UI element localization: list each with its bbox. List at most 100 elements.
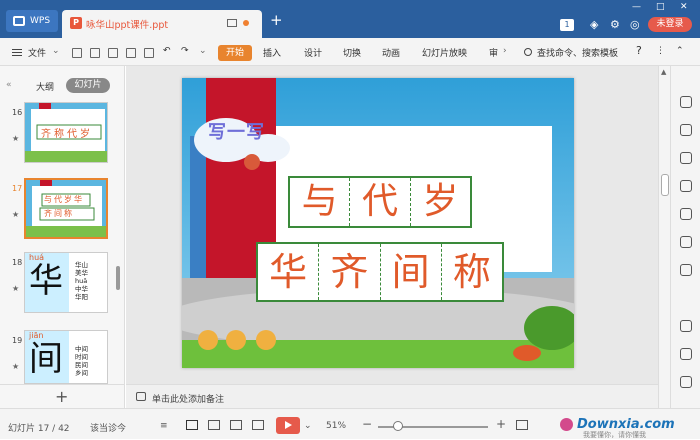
thumb-number: 17 xyxy=(12,184,23,193)
tab-review[interactable]: 审 xyxy=(489,46,498,59)
shirt-icon[interactable]: ◈ xyxy=(590,18,598,31)
help-icon[interactable]: ? xyxy=(636,44,642,57)
maximize-icon[interactable]: □ xyxy=(656,2,665,12)
new-tab-button[interactable]: + xyxy=(270,13,283,28)
save-icon[interactable] xyxy=(72,48,82,58)
shield-icon[interactable] xyxy=(680,376,692,388)
transition-icon[interactable] xyxy=(680,236,692,248)
animation-icon[interactable] xyxy=(680,96,692,108)
play-slideshow-button[interactable] xyxy=(276,417,300,434)
slide-counter: 幻灯片 17 / 42 xyxy=(8,424,70,434)
char-grid-row-2: 华 齐 间 称 xyxy=(256,242,504,302)
tab-home[interactable]: 开始 xyxy=(218,45,252,61)
chevron-down-icon[interactable]: ⌄ xyxy=(52,46,60,56)
char-cell: 华 xyxy=(258,244,320,300)
thumb-16-chars: 齐称代岁 xyxy=(41,129,93,140)
tab-scroll-right-icon[interactable]: › xyxy=(503,46,507,56)
document-tab[interactable]: P 咏华山ppt课件.ppt xyxy=(62,10,262,38)
template-icon[interactable] xyxy=(680,208,692,220)
redo-icon[interactable]: ↷ xyxy=(181,46,189,56)
add-slide-button[interactable]: + xyxy=(0,384,125,408)
image-icon[interactable] xyxy=(680,320,692,332)
tab-design[interactable]: 设计 xyxy=(304,46,322,59)
adjust-icon[interactable] xyxy=(680,180,692,192)
notes-placeholder: 单击此处添加备注 xyxy=(152,395,225,405)
notification-badge[interactable]: 1 xyxy=(560,19,574,31)
char-cell: 称 xyxy=(452,250,491,294)
reading-view-icon[interactable] xyxy=(230,420,242,430)
command-search[interactable]: 查找命令、搜索模板 xyxy=(537,46,618,59)
zoom-out-icon[interactable]: − xyxy=(362,417,372,431)
thumb-18-char: 华 xyxy=(29,261,63,301)
monitor-icon[interactable] xyxy=(227,19,237,27)
layers-icon[interactable] xyxy=(680,348,692,360)
notes-toggle-icon[interactable]: ≡ xyxy=(160,421,168,431)
slide-heading: 写一写 xyxy=(208,122,265,143)
char-cell: 代 xyxy=(350,178,411,226)
minimize-icon[interactable]: — xyxy=(632,2,641,12)
print-icon[interactable] xyxy=(108,48,118,58)
grid-view-icon[interactable] xyxy=(208,420,220,430)
star-icon: ★ xyxy=(12,362,20,371)
file-menu[interactable]: 文件 xyxy=(28,46,46,59)
shape-icon[interactable] xyxy=(680,152,692,164)
scroll-up-icon[interactable]: ▲ xyxy=(661,68,666,76)
status-bar: 幻灯片 17 / 42 该当诊今 ≡ ⌄ 51% − + Downxia.com… xyxy=(0,408,700,439)
star-icon: ★ xyxy=(12,134,20,143)
char-cell: 间 xyxy=(381,244,442,300)
collapse-panel-icon[interactable]: « xyxy=(6,80,12,90)
search-icon xyxy=(524,48,532,56)
plus-icon: + xyxy=(55,387,69,406)
tab-outline[interactable]: 大纲 xyxy=(36,80,54,93)
zoom-in-icon[interactable]: + xyxy=(496,417,506,431)
wps-logo-icon xyxy=(13,16,25,26)
zoom-level[interactable]: 51% xyxy=(326,421,346,431)
find-icon[interactable] xyxy=(144,48,154,58)
panel-scrollbar[interactable] xyxy=(116,266,120,290)
title-bar: WPS P 咏华山ppt课件.ppt + — □ ✕ 1 ◈ ⚙ ◎ 未登录 xyxy=(0,0,700,38)
slide-thumbnail-17[interactable]: 与代岁华齐间称 xyxy=(24,178,108,239)
notes-pane[interactable]: 单击此处添加备注 xyxy=(126,384,658,408)
notes-icon xyxy=(136,392,146,401)
current-slide[interactable]: 写一写 与 代 岁 华 齐 间 称 xyxy=(182,78,574,368)
slide-thumbnail-16[interactable]: 齐称代岁 xyxy=(24,102,108,163)
login-button[interactable]: 未登录 xyxy=(648,17,692,32)
fit-window-icon[interactable] xyxy=(516,420,528,430)
document-tab-title: 咏华山ppt课件.ppt xyxy=(86,20,169,31)
tab-animation[interactable]: 动画 xyxy=(382,46,400,59)
undo-icon[interactable]: ↶ xyxy=(163,46,171,56)
vertical-scrollbar[interactable]: ▲ xyxy=(658,66,670,408)
ribbon-toolbar: 文件 ⌄ ↶ ↷ ⌄ 开始 插入 设计 切换 动画 幻灯片放映 审 › 查找命令… xyxy=(0,38,700,66)
menu-icon[interactable] xyxy=(12,49,22,56)
star-icon: ★ xyxy=(12,284,20,293)
slide-thumbnail-19[interactable]: jiān 间 中间 时间 民间 乡间 xyxy=(24,330,108,384)
share-icon[interactable]: ◎ xyxy=(630,18,640,31)
more-icon[interactable]: ⋮ xyxy=(656,46,665,56)
play-options-icon[interactable]: ⌄ xyxy=(304,421,312,431)
slide-thumbnail-panel: « 大纲 幻灯片 16 ★ 齐称代岁 17 ★ 与代岁华齐间称 18 ★ huá xyxy=(0,66,125,384)
table-icon[interactable] xyxy=(680,264,692,276)
settings-icon[interactable]: ⚙ xyxy=(610,18,620,31)
collapse-ribbon-icon[interactable]: ⌃ xyxy=(676,46,684,56)
star-icon: ★ xyxy=(12,210,20,219)
close-icon[interactable]: ✕ xyxy=(680,2,688,12)
print-preview-icon[interactable] xyxy=(126,48,136,58)
more-chevron-icon[interactable]: ⌄ xyxy=(199,46,207,56)
export-icon[interactable] xyxy=(90,48,100,58)
tab-transition[interactable]: 切换 xyxy=(343,46,361,59)
wps-home-label: WPS xyxy=(30,16,51,26)
tab-slideshow[interactable]: 幻灯片放映 xyxy=(422,46,467,59)
char-grid-row-1: 与 代 岁 xyxy=(288,176,472,228)
tab-insert[interactable]: 插入 xyxy=(263,46,281,59)
proofing-status[interactable]: 该当诊今 xyxy=(90,421,126,434)
wps-home-tab[interactable]: WPS xyxy=(6,10,58,32)
normal-view-icon[interactable] xyxy=(186,420,198,430)
zoom-slider-knob[interactable] xyxy=(392,421,403,431)
tab-slides[interactable]: 幻灯片 xyxy=(66,78,110,93)
presenter-view-icon[interactable] xyxy=(252,420,264,430)
char-cell: 与 xyxy=(290,178,351,226)
slide-thumbnail-18[interactable]: huá 华 华山 美华 huā 中华 华阳 xyxy=(24,252,108,313)
copy-icon[interactable] xyxy=(680,124,692,136)
thumb-number: 16 xyxy=(12,108,23,117)
scroll-thumb[interactable] xyxy=(661,174,669,196)
